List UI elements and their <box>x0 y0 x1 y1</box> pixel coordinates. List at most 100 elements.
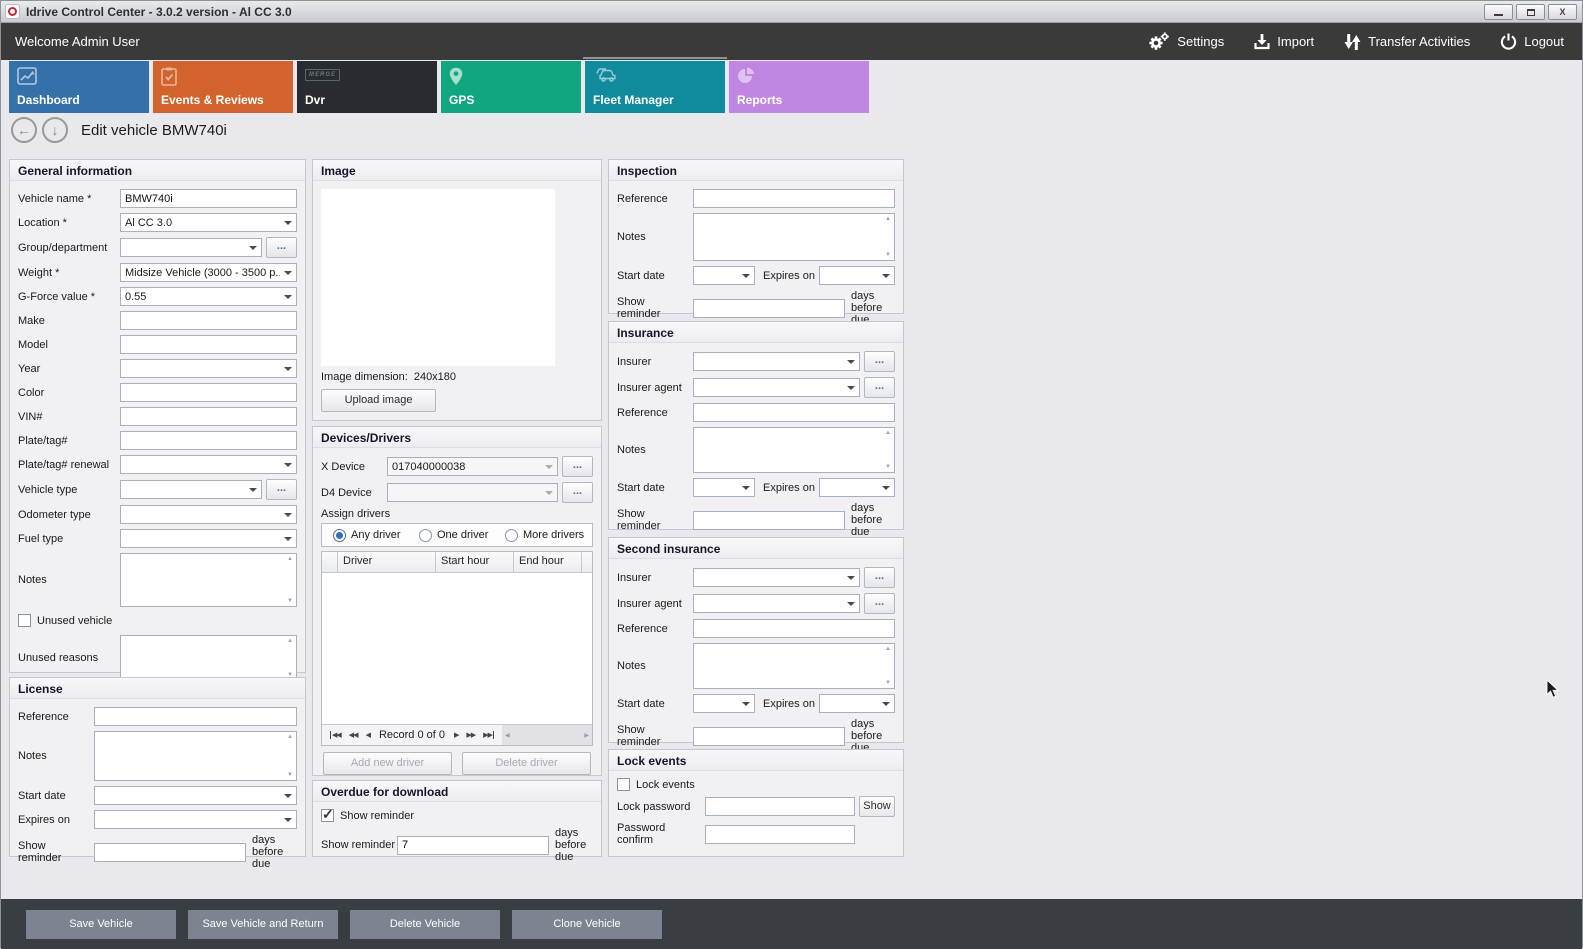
license-reminder-input[interactable] <box>94 843 246 862</box>
save-vehicle-button[interactable]: Save Vehicle <box>26 910 176 939</box>
field-label: Insurer agent <box>617 598 693 610</box>
group-department-dropdown[interactable] <box>120 238 262 257</box>
radio-more-drivers[interactable]: More drivers <box>500 529 586 542</box>
inspection-reference-input[interactable] <box>693 189 895 208</box>
overdue-reminder-input[interactable] <box>397 836 549 855</box>
license-start-date-dropdown[interactable] <box>94 786 297 805</box>
inspection-start-date-dropdown[interactable] <box>693 266 755 285</box>
gforce-dropdown[interactable]: 0.55 <box>120 287 297 306</box>
clone-vehicle-button[interactable]: Clone Vehicle <box>512 910 662 939</box>
nav-last-icon[interactable]: ▶▶ <box>483 731 494 739</box>
x-device-dropdown[interactable]: 017040000038 <box>387 457 558 476</box>
column-start-hour[interactable]: Start hour <box>436 552 514 572</box>
maximize-button[interactable] <box>1516 4 1545 20</box>
insurance-reference-input[interactable] <box>693 403 895 422</box>
vehicle-type-dropdown[interactable] <box>120 480 262 499</box>
inspection-expires-dropdown[interactable] <box>819 266 895 285</box>
second-insurer-browse-button[interactable]: ... <box>864 567 895 588</box>
color-input[interactable] <box>120 383 297 402</box>
insurance-notes-textarea[interactable]: ▲▼ <box>693 427 895 473</box>
make-input[interactable] <box>120 311 297 330</box>
second-insurance-reference-input[interactable] <box>693 619 895 638</box>
tab-fleet-manager[interactable]: Fleet Manager <box>585 61 725 113</box>
year-dropdown[interactable] <box>120 359 297 378</box>
model-input[interactable] <box>120 335 297 354</box>
tab-reports[interactable]: Reports <box>729 61 869 113</box>
panel-title: Lock events <box>609 750 903 771</box>
insurer-agent-dropdown[interactable] <box>693 378 860 397</box>
odometer-type-dropdown[interactable] <box>120 505 297 524</box>
insurance-reminder-input[interactable] <box>693 511 845 530</box>
x-device-browse-button[interactable]: ... <box>562 456 593 477</box>
license-reference-input[interactable] <box>94 707 297 726</box>
second-insurance-expires-dropdown[interactable] <box>819 694 895 713</box>
column-end-hour[interactable]: End hour <box>514 552 582 572</box>
insurance-start-date-dropdown[interactable] <box>693 478 755 497</box>
delete-driver-button[interactable]: Delete driver <box>462 752 591 775</box>
weight-dropdown[interactable]: Midsize Vehicle (3000 - 3500 p... <box>120 263 297 282</box>
location-dropdown[interactable]: Al CC 3.0 <box>120 213 297 232</box>
minimize-button[interactable] <box>1484 4 1513 20</box>
tab-dashboard[interactable]: Dashboard <box>9 61 149 113</box>
second-insurance-start-date-dropdown[interactable] <box>693 694 755 713</box>
nav-first-icon[interactable]: ◀◀ <box>330 731 341 739</box>
lock-events-checkbox[interactable] <box>617 778 630 791</box>
scroll-down-button[interactable]: ↓ <box>42 117 68 143</box>
second-insurer-agent-browse-button[interactable]: ... <box>864 593 895 614</box>
unused-vehicle-checkbox[interactable] <box>18 614 31 627</box>
plate-renewal-dropdown[interactable] <box>120 455 297 474</box>
notes-textarea[interactable]: ▲▼ <box>120 553 297 607</box>
radio-any-driver[interactable]: Any driver <box>328 529 414 542</box>
insurer-agent-browse-button[interactable]: ... <box>864 377 895 398</box>
close-button[interactable]: X <box>1548 4 1577 20</box>
second-insurance-notes-textarea[interactable]: ▲▼ <box>693 643 895 689</box>
insurance-expires-dropdown[interactable] <box>819 478 895 497</box>
inspection-reminder-input[interactable] <box>693 299 845 318</box>
second-insurer-agent-dropdown[interactable] <box>693 594 860 613</box>
field-label: Year <box>18 363 120 375</box>
insurer-browse-button[interactable]: ... <box>864 351 895 372</box>
panel-title: Insurance <box>609 322 903 343</box>
upload-image-button[interactable]: Upload image <box>321 389 436 412</box>
settings-button[interactable]: Settings <box>1148 32 1224 51</box>
d4-device-browse-button[interactable]: ... <box>562 482 593 503</box>
tab-gps[interactable]: GPS <box>441 61 581 113</box>
second-insurance-reminder-input[interactable] <box>693 727 845 746</box>
save-vehicle-and-return-button[interactable]: Save Vehicle and Return <box>188 910 338 939</box>
d4-device-dropdown[interactable] <box>387 483 558 502</box>
nav-next-icon[interactable]: ▶ <box>454 731 458 739</box>
lock-password-input[interactable] <box>705 797 855 816</box>
logout-button[interactable]: Logout <box>1500 33 1564 50</box>
grid-horizontal-scrollbar[interactable]: ◀ ▶ <box>502 725 592 745</box>
import-button[interactable]: Import <box>1254 33 1314 50</box>
tab-events-reviews[interactable]: Events & Reviews <box>153 61 293 113</box>
second-insurer-dropdown[interactable] <box>693 568 860 587</box>
vehicle-name-input[interactable] <box>120 189 297 208</box>
add-new-driver-button[interactable]: Add new driver <box>323 752 452 775</box>
nav-prev-icon[interactable]: ◀ <box>366 731 370 739</box>
back-button[interactable]: ← <box>11 117 37 143</box>
vehicle-type-browse-button[interactable]: ... <box>266 479 297 500</box>
column-driver[interactable]: Driver <box>338 552 436 572</box>
transfer-activities-button[interactable]: Transfer Activities <box>1344 33 1470 51</box>
license-expires-dropdown[interactable] <box>94 810 297 829</box>
license-notes-textarea[interactable]: ▲▼ <box>94 731 297 781</box>
nav-next-page-icon[interactable]: ▶▶ <box>466 731 475 739</box>
tab-dvr[interactable]: MERGE Dvr <box>297 61 437 113</box>
show-password-button[interactable]: Show <box>859 796 895 817</box>
unused-reasons-textarea[interactable]: ▲▼ <box>120 635 297 681</box>
vin-input[interactable] <box>120 407 297 426</box>
delete-vehicle-button[interactable]: Delete Vehicle <box>350 910 500 939</box>
field-label: Notes <box>617 231 693 243</box>
fuel-type-dropdown[interactable] <box>120 529 297 548</box>
show-reminder-checkbox[interactable] <box>321 809 334 822</box>
inspection-notes-textarea[interactable]: ▲▼ <box>693 213 895 261</box>
password-confirm-input[interactable] <box>705 825 855 844</box>
down-arrow-icon: ↓ <box>52 122 59 138</box>
radio-one-driver[interactable]: One driver <box>414 529 500 542</box>
gears-icon <box>1148 32 1170 51</box>
nav-prev-page-icon[interactable]: ◀◀ <box>349 731 358 739</box>
plate-tag-input[interactable] <box>120 431 297 450</box>
insurer-dropdown[interactable] <box>693 352 860 371</box>
group-browse-button[interactable]: ... <box>266 237 297 258</box>
